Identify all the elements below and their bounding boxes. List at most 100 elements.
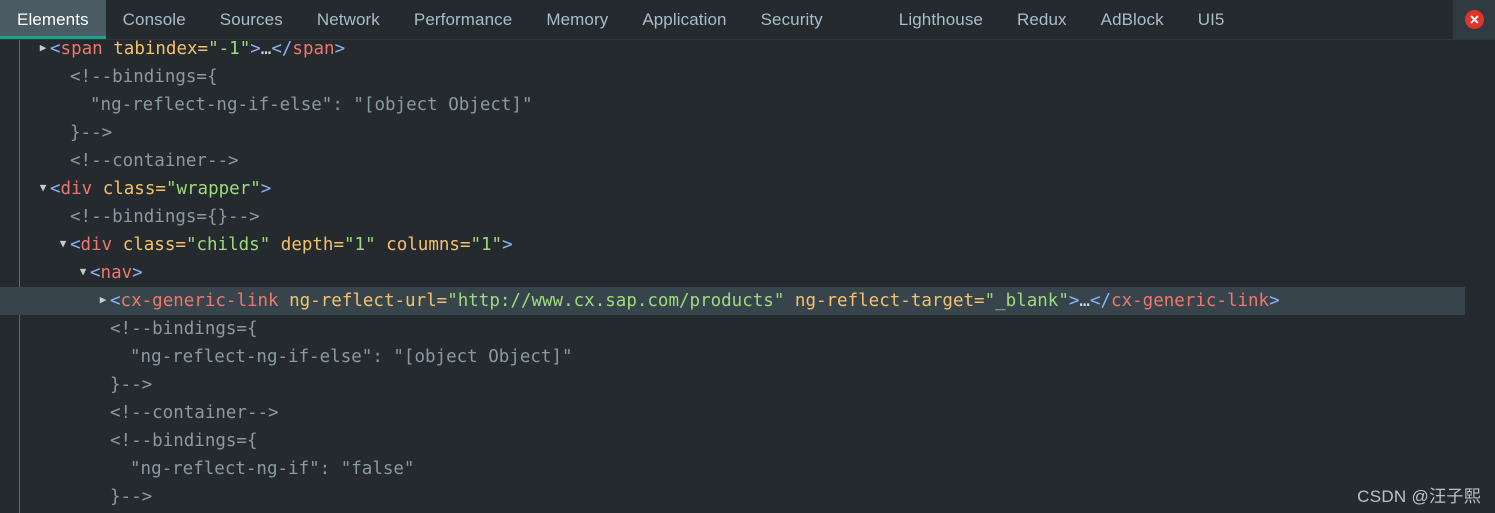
token-val: "_blank" [984,291,1069,311]
tab-label: Memory [546,9,609,29]
token-comment: "ng-reflect-ng-if-else": "[object Object… [130,347,573,367]
dom-node-markup: }--> [110,375,152,395]
token-punct2: = [155,179,166,199]
token-punct: > [132,263,143,283]
no-triangle-icon: ▶ [96,314,110,342]
no-triangle-icon: ▶ [116,342,130,370]
tab-adblock[interactable]: AdBlock [1084,0,1181,39]
tab-sources[interactable]: Sources [203,0,300,39]
token-punct: < [50,40,61,59]
tab-label: Elements [17,9,89,29]
token-val: "1" [470,235,503,255]
token-val: "1" [344,235,376,255]
dom-tree-row[interactable]: ▶"ng-reflect-ng-if-else": "[object Objec… [0,91,1495,119]
tab-security[interactable]: Security [744,0,840,39]
expand-triangle-down-icon[interactable]: ▼ [36,174,50,202]
dom-tree-row[interactable]: ▶<!--container--> [0,147,1495,175]
token-comment: <!--bindings={}--> [70,207,260,227]
token-tag: div [80,235,113,255]
dom-node-markup: <span tabindex="-1">…</span> [50,40,345,59]
expand-triangle-down-icon[interactable]: ▼ [56,230,70,258]
tab-label: Redux [1016,9,1067,29]
token-attr: depth [280,235,334,255]
devtools-window: Elements Console Sources Network Performance… [0,0,1495,513]
devtools-tabbar: Elements Console Sources Network Performance… [0,0,1495,40]
tab-redux[interactable]: Redux [1000,0,1084,39]
dom-node-markup: }--> [110,487,152,507]
token-ellip: … [260,40,272,59]
dom-tree-row[interactable]: ▶<!--bindings={ [0,427,1495,455]
tab-label: Application [642,9,727,29]
token-attr: tabindex [113,40,198,59]
dom-tree-row[interactable]: ▶<!--bindings={ [0,63,1495,91]
dom-node-markup: <!--bindings={ [110,431,258,451]
tab-network[interactable]: Network [300,0,397,39]
no-triangle-icon: ▶ [116,454,130,482]
dom-node-markup: <!--bindings={ [70,67,218,87]
tab-console[interactable]: Console [106,0,203,39]
token-punct: > [260,179,272,199]
token-attr: columns [386,235,460,255]
dom-tree-panel[interactable]: ▶<span tabindex="-1">…</span>▶<!--bindin… [0,40,1495,513]
dom-tree-row[interactable]: ▶ <span tabindex="-1">…</span> [0,40,1495,63]
tab-ui5[interactable]: UI5 [1181,0,1242,39]
tab-elements[interactable]: Elements [0,0,106,39]
dom-tree-row[interactable]: ▶}--> [0,119,1495,147]
tab-application[interactable]: Application [625,0,743,39]
expand-triangle-right-icon[interactable]: ▶ [36,40,50,62]
error-badge-container[interactable] [1453,0,1495,39]
dom-node-markup: <!--bindings={ [110,319,258,339]
token-tag: cx-generic-link [120,291,279,311]
dom-node-markup: <div class="wrapper"> [50,179,271,199]
no-triangle-icon: ▶ [96,482,110,510]
token-punct: </ [1089,291,1112,311]
tab-lighthouse[interactable]: Lighthouse [882,0,1000,39]
token-punct: > [1269,291,1280,311]
token-attr: class [102,179,156,199]
expand-triangle-down-icon[interactable]: ▼ [76,258,90,286]
token-punct2: = [333,235,345,255]
no-triangle-icon: ▶ [56,146,70,174]
token-punct: > [1068,291,1080,311]
dom-tree-row[interactable]: ▼ <div class="childs" depth="1" columns="… [0,231,1495,259]
dom-tree-row[interactable]: ▼ <div class="wrapper"> [0,175,1495,203]
dom-tree-row[interactable]: ▶"ng-reflect-ng-if": "false" [0,455,1495,483]
dom-tree-row[interactable]: ▶<!--bindings={ [0,315,1495,343]
dom-tree-row[interactable]: ▶<!--bindings={}--> [0,203,1495,231]
expand-triangle-right-icon[interactable]: ▶ [96,286,110,314]
token-val: "wrapper" [165,179,261,199]
token-comment: <!--container--> [70,151,239,171]
no-triangle-icon: ▶ [96,398,110,426]
token-comment: <!--bindings={ [110,319,258,339]
token-punct: </ [271,40,293,59]
token-punct: < [110,291,121,311]
token-punct2: = [197,40,209,59]
dom-tree-row-selected[interactable]: ▶ <cx-generic-link ng-reflect-url="http:/… [0,287,1465,315]
token-tag: nav [100,263,133,283]
token-comment: }--> [110,487,153,507]
tab-label: Sources [219,9,283,29]
error-circle-x-icon[interactable] [1464,10,1484,29]
dom-tree-row[interactable]: ▶}--> [0,371,1495,399]
dom-node-markup: "ng-reflect-ng-if-else": "[object Object… [90,95,533,115]
token-punct2: = [459,235,471,255]
token-comment: }--> [110,375,153,395]
dom-tree-row[interactable]: ▶}--> [0,483,1495,511]
tabbar-spacer [1241,0,1453,39]
token-comment: "ng-reflect-ng-if-else": "[object Object… [90,95,533,115]
token-comment: <!--bindings={ [110,431,258,451]
dom-tree-rows: ▶<span tabindex="-1">…</span>▶<!--bindin… [0,40,1495,513]
dom-node-markup: "ng-reflect-ng-if": "false" [130,459,414,479]
dom-tree-row[interactable]: ▼ <nav> [0,259,1495,287]
tab-label: Performance [413,9,513,29]
dom-tree-row[interactable]: ▶<!--container--> [0,399,1495,427]
tab-performance[interactable]: Performance [397,0,529,39]
tab-label: Console [122,9,186,29]
no-triangle-icon: ▶ [56,118,70,146]
dom-node-markup: <div class="childs" depth="1" columns="1… [70,235,513,255]
tab-memory[interactable]: Memory [529,0,625,39]
dom-tree-row[interactable]: ▶"ng-reflect-ng-if-else": "[object Objec… [0,343,1495,371]
